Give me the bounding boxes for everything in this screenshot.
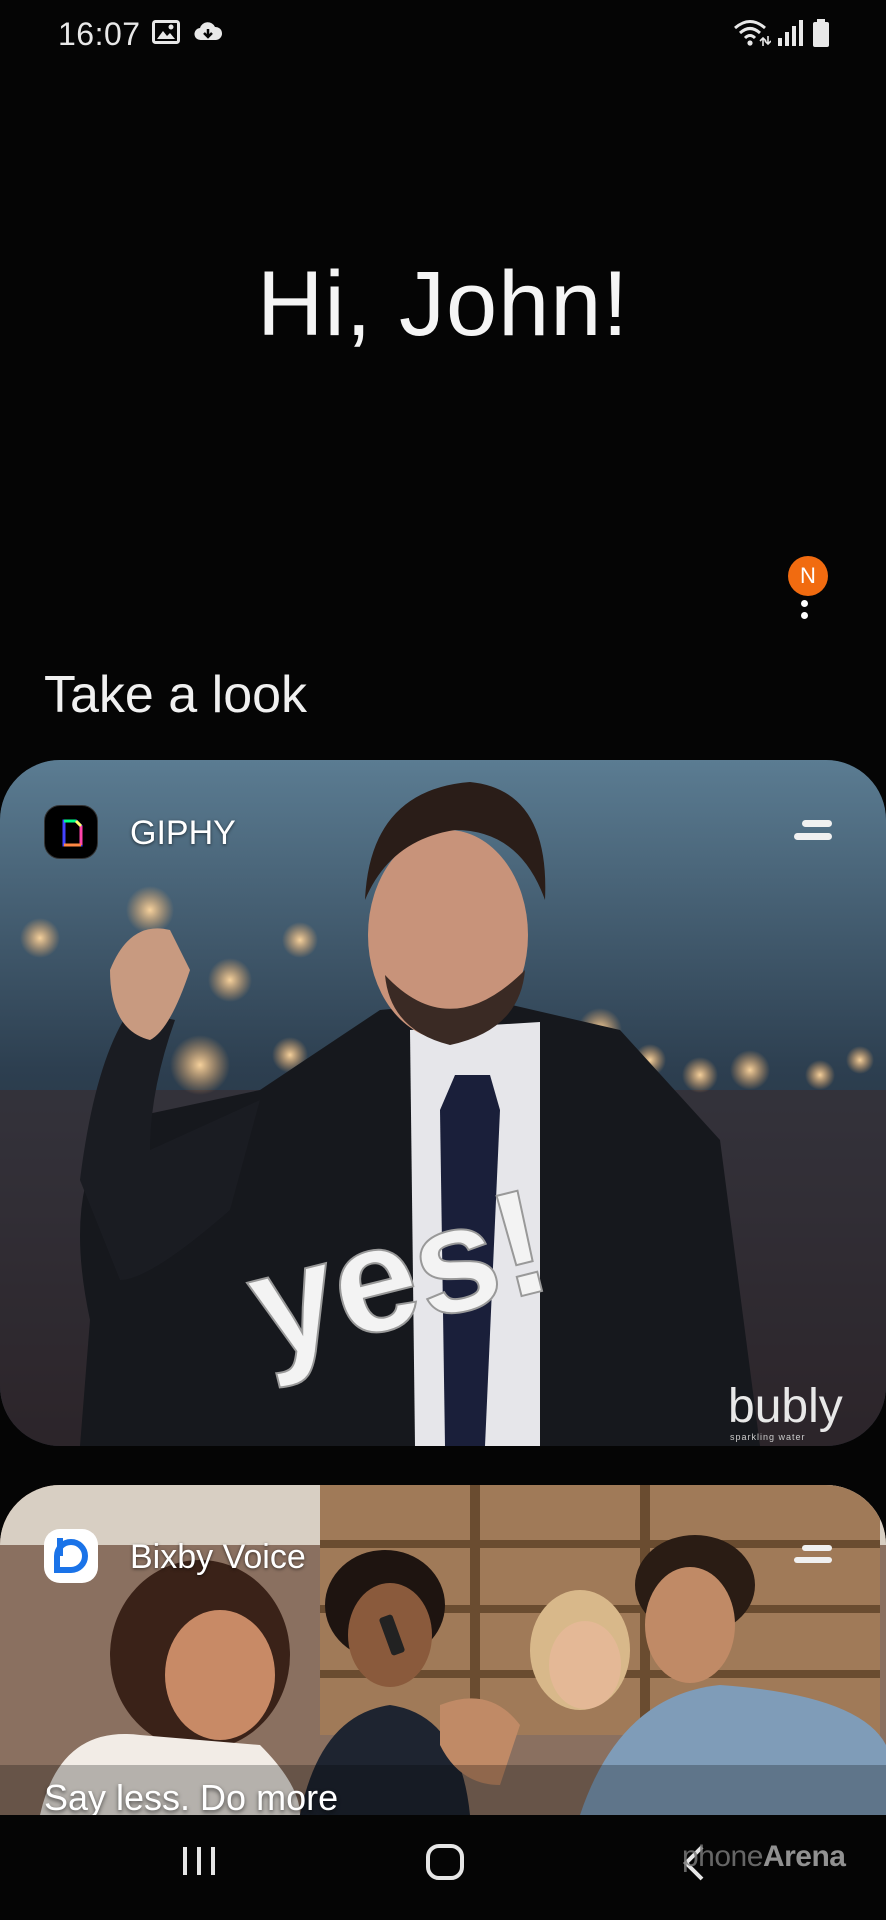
drag-handle-icon[interactable] bbox=[792, 818, 834, 844]
bixby-promo-image bbox=[0, 1485, 886, 1815]
bixby-voice-card[interactable] bbox=[0, 1485, 886, 1815]
status-bar: 16:07 bbox=[0, 0, 886, 70]
drag-handle-icon[interactable] bbox=[792, 1543, 834, 1569]
more-options-button[interactable]: N bbox=[778, 556, 828, 622]
giphy-card[interactable]: yes! bubly sparkling water bbox=[0, 760, 886, 1446]
notification-badge: N bbox=[788, 556, 828, 596]
giphy-card-title: GIPHY bbox=[130, 814, 236, 852]
more-dot-icon bbox=[801, 612, 808, 619]
giphy-gif-image: yes! bubly sparkling water bbox=[0, 760, 886, 1446]
battery-icon bbox=[813, 19, 829, 47]
wifi-icon bbox=[734, 20, 771, 46]
bixby-card-title: Bixby Voice bbox=[130, 1538, 306, 1576]
signal-icon bbox=[778, 20, 803, 46]
gallery-icon bbox=[152, 20, 180, 44]
greeting-heading: Hi, John! bbox=[256, 253, 630, 355]
phonearena-watermark: phoneArena bbox=[682, 1840, 846, 1873]
more-dot-icon bbox=[801, 600, 808, 607]
bubly-watermark: bubly bbox=[728, 1380, 843, 1433]
section-title: Take a look bbox=[44, 666, 308, 724]
home-button[interactable] bbox=[424, 1843, 468, 1883]
cloud-sync-icon bbox=[194, 22, 223, 41]
recents-button[interactable] bbox=[180, 1843, 218, 1879]
status-time: 16:07 bbox=[58, 16, 141, 52]
bixby-app-icon bbox=[44, 1529, 98, 1583]
bubly-subtitle: sparkling water bbox=[730, 1432, 806, 1442]
giphy-app-icon bbox=[44, 805, 98, 859]
bixby-tagline: Say less. Do more bbox=[44, 1777, 339, 1818]
